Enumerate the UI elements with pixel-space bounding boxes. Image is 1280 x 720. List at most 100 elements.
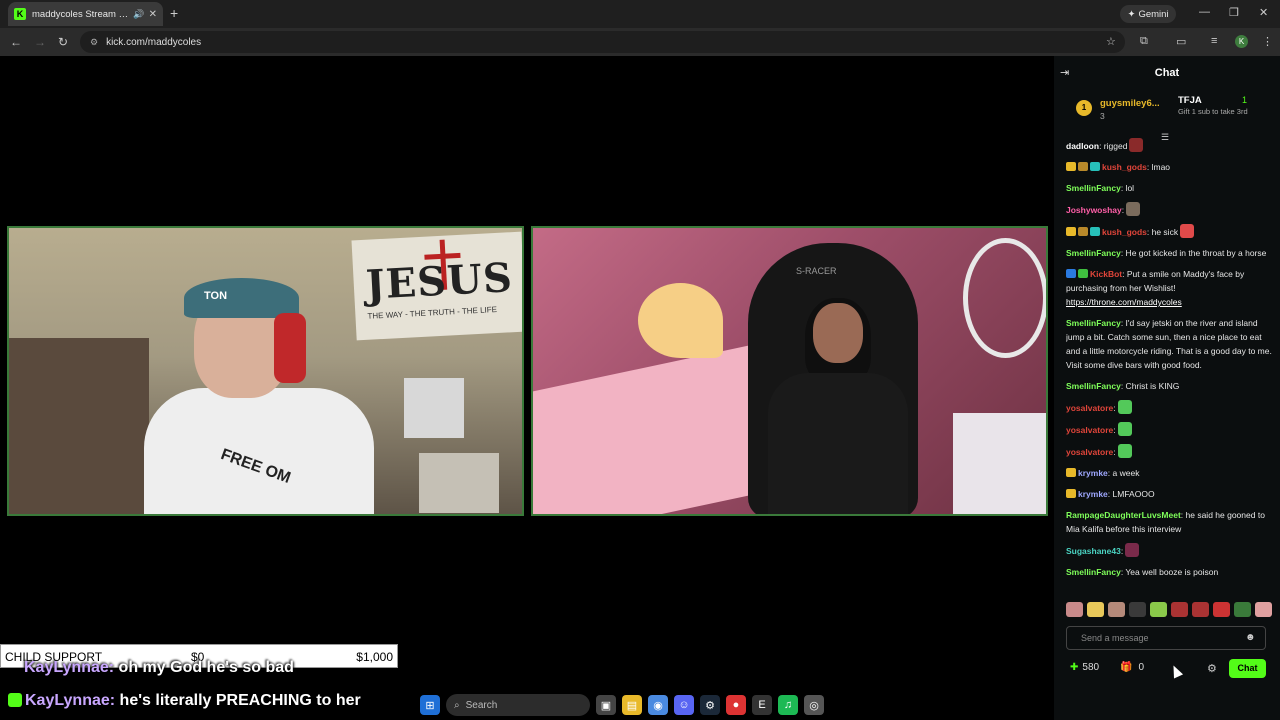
chat-username[interactable]: Sugashane43: [1066, 546, 1121, 556]
streamer-left: FREE OM TON: [144, 268, 374, 514]
overlay-chat-line: KayLynnae: oh my God he's so bad: [24, 659, 294, 677]
quick-emote-icon[interactable]: [1213, 602, 1230, 617]
app-icon[interactable]: ◎: [804, 695, 824, 715]
site-info-icon[interactable]: ⚙: [90, 37, 98, 48]
colon-separator: :: [1113, 403, 1116, 413]
quick-emote-icon[interactable]: [1192, 602, 1209, 617]
quick-emote-icon[interactable]: [1066, 602, 1083, 617]
emote-icon: [1117, 422, 1132, 436]
goal-target: $1,000: [356, 650, 393, 664]
points-icon: ✚: [1070, 662, 1079, 673]
windows-start-icon[interactable]: ⊞: [420, 695, 440, 715]
taskbar-search[interactable]: ⌕ Search: [446, 694, 590, 716]
file-explorer-icon[interactable]: ▤: [622, 695, 642, 715]
chat-username[interactable]: yosalvatore: [1066, 403, 1113, 413]
chat-username[interactable]: SmellinFancy: [1066, 248, 1121, 258]
chat-username[interactable]: yosalvatore: [1066, 425, 1113, 435]
chrome-icon[interactable]: ◉: [648, 695, 668, 715]
second-gifter-name[interactable]: TFJA: [1178, 95, 1202, 106]
chat-username[interactable]: dadloon: [1066, 141, 1099, 151]
quick-emote-icon[interactable]: [1255, 602, 1272, 617]
minimize-icon[interactable]: —: [1199, 6, 1210, 18]
quick-emote-icon[interactable]: [1234, 602, 1251, 617]
chat-username[interactable]: SmellinFancy: [1066, 381, 1121, 391]
gift-prompt: Gift 1 sub to take 3rd: [1178, 107, 1248, 116]
close-window-icon[interactable]: ✕: [1259, 6, 1268, 19]
chat-username[interactable]: kush_gods: [1102, 162, 1147, 172]
chat-username[interactable]: SmellinFancy: [1066, 318, 1121, 328]
cap-text: TON: [204, 290, 228, 302]
quick-emote-icon[interactable]: [1087, 602, 1104, 617]
quick-emote-icon[interactable]: [1129, 602, 1146, 617]
quick-emote-icon[interactable]: [1108, 602, 1125, 617]
cast-icon[interactable]: ▭: [1176, 35, 1186, 48]
chat-username[interactable]: KickBot: [1090, 269, 1122, 279]
colon-separator: :: [1120, 546, 1124, 556]
chat-link[interactable]: https://throne.com/maddycoles: [1066, 297, 1182, 307]
windows-taskbar: ⊞ ⌕ Search ▣ ▤ ◉ ☺ ⚙ ● E ♫ ◎: [420, 690, 860, 720]
gift-count-value: 0: [1138, 662, 1145, 673]
emote-icon: [1125, 543, 1140, 557]
chat-username[interactable]: krymke: [1078, 489, 1108, 499]
colon-separator: :: [1113, 425, 1116, 435]
chat-message: SmellinFancy: He got kicked in the throa…: [1066, 246, 1272, 260]
chat-username[interactable]: yosalvatore: [1066, 447, 1113, 457]
lamp: [419, 453, 499, 513]
chat-text: he sick: [1149, 227, 1179, 237]
menu-dots-icon[interactable]: ⋮: [1262, 35, 1273, 48]
restore-icon[interactable]: ❐: [1229, 6, 1239, 19]
stream-player[interactable]: JESUS THE WAY - THE TRUTH - THE LIFE FRE…: [0, 56, 1054, 709]
chat-username[interactable]: Joshywoshay: [1066, 205, 1122, 215]
top-gifter-name[interactable]: guysmiley6...: [1100, 98, 1160, 109]
kick-favicon-icon: K: [14, 8, 26, 20]
rank-badge: 1: [1076, 100, 1092, 116]
browser-tab[interactable]: K maddycoles Stream - Watc 🔊 ✕: [8, 2, 163, 26]
spotify-icon[interactable]: ♫: [778, 695, 798, 715]
back-icon[interactable]: ←: [10, 34, 22, 50]
emoji-icon[interactable]: ☻: [1245, 632, 1256, 643]
chat-username[interactable]: SmellinFancy: [1066, 567, 1121, 577]
send-chat-button[interactable]: Chat: [1229, 659, 1266, 678]
chat-username[interactable]: RampageDaughterLuvsMeet: [1066, 510, 1181, 520]
close-tab-icon[interactable]: ✕: [149, 9, 157, 20]
ring-light: [963, 238, 1046, 358]
tab-title: maddycoles Stream - Watc: [32, 8, 129, 20]
kick-icon: [8, 693, 22, 707]
task-view-icon[interactable]: ▣: [596, 695, 616, 715]
chat-username[interactable]: krymke: [1078, 468, 1108, 478]
reload-icon[interactable]: ↻: [58, 34, 68, 50]
emote-icon: [1129, 138, 1144, 152]
media-control-icon[interactable]: ≡: [1211, 35, 1217, 47]
gift-count[interactable]: 🎁 0: [1120, 662, 1144, 673]
address-bar[interactable]: ⚙ kick.com/maddycoles: [80, 31, 1125, 53]
chat-message: Sugashane43:: [1066, 543, 1272, 558]
channel-points[interactable]: ✚ 580: [1070, 662, 1099, 673]
gemini-button[interactable]: ✦ Gemini: [1120, 5, 1176, 23]
white-shirt: [144, 388, 374, 514]
epic-games-icon[interactable]: E: [752, 695, 772, 715]
jesus-flag: JESUS THE WAY - THE TRUTH - THE LIFE: [351, 231, 522, 341]
forward-icon[interactable]: →: [34, 34, 46, 50]
cap: TON: [184, 278, 299, 318]
profile-avatar[interactable]: K: [1235, 35, 1248, 48]
chat-messages[interactable]: dadloon: rigged kush_gods: lmao SmellinFan…: [1066, 138, 1272, 598]
settings-gear-icon[interactable]: ⚙: [1207, 662, 1217, 675]
speaker-icon[interactable]: 🔊: [133, 9, 144, 20]
chat-text: LMFAOOO: [1110, 489, 1155, 499]
steam-icon[interactable]: ⚙: [700, 695, 720, 715]
chat-username[interactable]: SmellinFancy: [1066, 183, 1121, 193]
discord-icon[interactable]: ☺: [674, 695, 694, 715]
quick-emote-icon[interactable]: [1171, 602, 1188, 617]
chat-message-input[interactable]: Send a message: [1066, 626, 1266, 650]
couch: [9, 338, 149, 514]
emote-icon: [1180, 224, 1195, 238]
overlay-user: KayLynnae:: [25, 692, 116, 709]
quick-emote-icon[interactable]: [1150, 602, 1167, 617]
pizza-pillow: [638, 283, 723, 358]
new-tab-icon[interactable]: +: [170, 6, 178, 20]
obs-icon[interactable]: ●: [726, 695, 746, 715]
chat-text: rigged: [1101, 141, 1128, 151]
chat-username[interactable]: kush_gods: [1102, 227, 1147, 237]
bookmark-star-icon[interactable]: ☆: [1106, 35, 1116, 48]
extensions-icon[interactable]: ⧉: [1140, 35, 1148, 48]
